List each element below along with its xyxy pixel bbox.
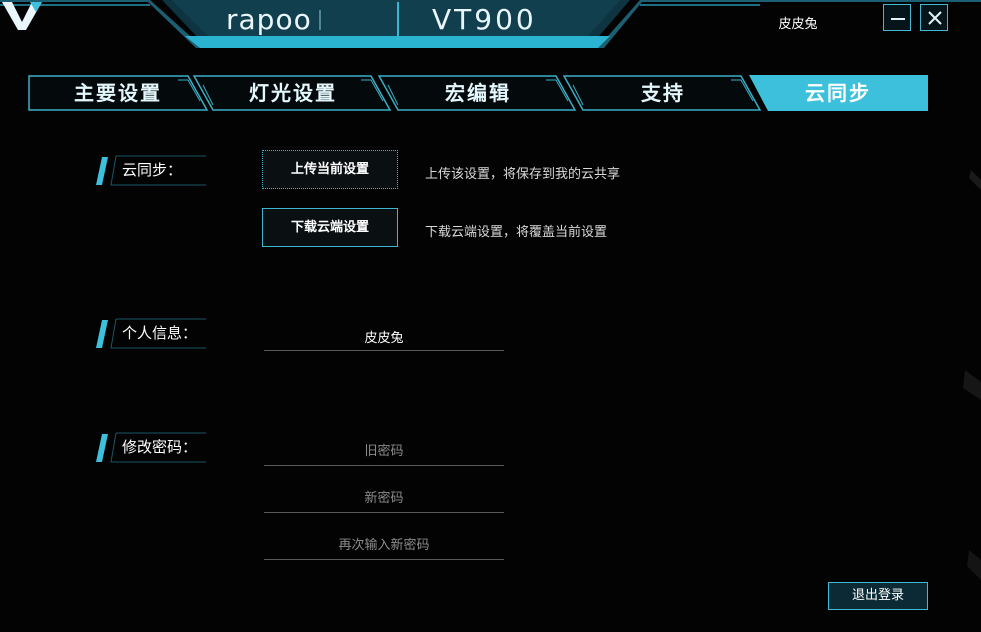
upload-description: 上传该设置，将保存到我的云共享 xyxy=(425,167,621,182)
section-label-cloud-sync: 云同步： xyxy=(96,155,206,186)
tab-cloud-sync[interactable]: 云同步 xyxy=(748,75,928,111)
close-button[interactable] xyxy=(920,4,948,31)
tab-label: 宏编辑 xyxy=(445,81,511,105)
title-bar: rapoo VT900 皮皮兔 xyxy=(0,0,981,60)
tab-label: 主要设置 xyxy=(74,81,162,105)
section-label-change-password: 修改密码： xyxy=(96,432,206,463)
model-name: VT900 xyxy=(432,3,537,36)
new-password-input[interactable] xyxy=(264,484,504,512)
upload-settings-button[interactable]: 上传当前设置 xyxy=(262,150,398,189)
old-password-field[interactable] xyxy=(264,437,504,466)
tab-bar: 主要设置 灯光设置 宏编辑 支持 云同步 xyxy=(28,75,928,111)
tab-main-settings[interactable]: 主要设置 xyxy=(28,75,208,111)
download-description: 下载云端设置，将覆盖当前设置 xyxy=(425,225,608,240)
close-icon xyxy=(928,11,942,25)
download-settings-button[interactable]: 下载云端设置 xyxy=(262,208,398,247)
header-user-name: 皮皮兔 xyxy=(778,17,818,32)
confirm-password-field[interactable] xyxy=(264,531,504,560)
minimize-button[interactable] xyxy=(883,4,911,31)
tab-macro-editor[interactable]: 宏编辑 xyxy=(378,75,577,111)
section-label-text: 修改密码： xyxy=(122,438,198,456)
new-password-field[interactable] xyxy=(264,484,504,513)
brand-logo: rapoo xyxy=(226,3,312,36)
nickname-field[interactable] xyxy=(264,322,504,351)
section-label-personal-info: 个人信息： xyxy=(96,318,206,349)
logout-button[interactable]: 退出登录 xyxy=(828,582,928,610)
edge-decoration xyxy=(963,170,981,580)
tab-label: 支持 xyxy=(641,81,685,105)
nickname-input[interactable] xyxy=(264,322,504,350)
tab-label: 灯光设置 xyxy=(249,81,337,105)
tab-support[interactable]: 支持 xyxy=(563,75,762,111)
minimize-icon xyxy=(891,18,905,20)
tab-label: 云同步 xyxy=(805,81,871,105)
old-password-input[interactable] xyxy=(264,437,504,465)
brand-v-icon xyxy=(2,2,42,30)
confirm-password-input[interactable] xyxy=(264,531,504,559)
section-label-text: 个人信息： xyxy=(122,324,198,342)
section-label-text: 云同步： xyxy=(122,161,183,179)
tab-light-settings[interactable]: 灯光设置 xyxy=(193,75,392,111)
